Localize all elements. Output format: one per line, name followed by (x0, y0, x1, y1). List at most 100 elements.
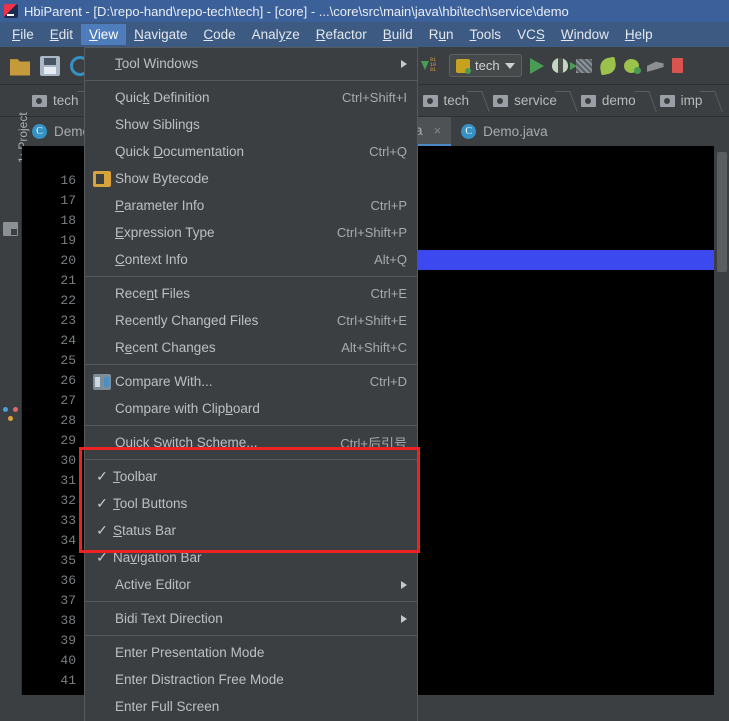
menu-help[interactable]: Help (617, 24, 661, 45)
checkmark-icon: ✓ (93, 468, 111, 485)
menu-item-label: Recently Changed Files (115, 313, 319, 328)
menu-item-tool-windows[interactable]: Tool Windows (85, 50, 417, 77)
menu-code[interactable]: Code (195, 24, 243, 45)
menu-icon-spacer (93, 144, 111, 160)
menu-file[interactable]: File (4, 24, 42, 45)
menu-item-status-bar[interactable]: ✓Status Bar (85, 517, 417, 544)
menu-item-enter-full-screen[interactable]: Enter Full Screen (85, 693, 417, 720)
menu-run[interactable]: Run (421, 24, 462, 45)
stop-icon[interactable] (672, 58, 683, 73)
menu-item-quick-definition[interactable]: Quick DefinitionCtrl+Shift+I (85, 84, 417, 111)
build-hammer-icon[interactable] (647, 59, 664, 72)
breadcrumb-label: service (514, 93, 557, 108)
menu-item-enter-distraction-free-mode[interactable]: Enter Distraction Free Mode (85, 666, 417, 693)
build-project-icon[interactable]: 011001 (421, 56, 441, 76)
scrollbar-thumb[interactable] (717, 152, 727, 272)
menu-item-compare-with[interactable]: Compare With...Ctrl+D (85, 368, 417, 395)
editor-tab-demo[interactable]: C Demo.java (451, 117, 558, 146)
menu-item-show-siblings[interactable]: Show Siblings (85, 111, 417, 138)
folder-icon (581, 95, 596, 107)
breadcrumb-item-service[interactable]: service (479, 85, 567, 117)
line-number: 35 (60, 553, 76, 568)
chevron-down-icon[interactable] (505, 63, 515, 69)
menu-item-quick-documentation[interactable]: Quick DocumentationCtrl+Q (85, 138, 417, 165)
menu-icon-spacer (93, 198, 111, 214)
line-number: 32 (60, 493, 76, 508)
window-title: HbiParent - [D:\repo-hand\repo-tech\tech… (24, 4, 569, 19)
gutter-line-row: 38 (22, 610, 84, 630)
structure-icon[interactable] (3, 407, 18, 421)
gutter-line-row: 21 (22, 270, 84, 290)
line-number: 37 (60, 593, 76, 608)
line-number: 34 (60, 533, 76, 548)
line-number: 21 (60, 273, 76, 288)
gutter-line-row: 26 (22, 370, 84, 390)
menu-item-quick-switch-scheme[interactable]: Quick Switch Scheme...Ctrl+后引号 (85, 429, 417, 456)
line-number: 27 (60, 393, 76, 408)
jrebel-run-icon[interactable] (598, 56, 617, 75)
menu-item-navigation-bar[interactable]: ✓Navigation Bar (85, 544, 417, 571)
menu-icon-spacer (93, 401, 111, 417)
submenu-arrow-icon (401, 581, 407, 589)
project-icon[interactable] (3, 222, 18, 236)
menu-item-active-editor[interactable]: Active Editor (85, 571, 417, 598)
folder-icon (493, 95, 508, 107)
breadcrumb-item-demo[interactable]: demo (567, 85, 646, 117)
gutter-line-row: 20▼ (22, 250, 84, 270)
save-all-icon[interactable] (40, 56, 60, 76)
line-number: 17 (60, 193, 76, 208)
menu-icon-spacer (93, 577, 111, 593)
menu-analyze[interactable]: Analyze (244, 24, 308, 45)
menu-edit[interactable]: Edit (42, 24, 81, 45)
open-folder-icon[interactable] (10, 56, 30, 76)
menu-item-toolbar[interactable]: ✓Toolbar (85, 463, 417, 490)
menu-item-recently-changed-files[interactable]: Recently Changed FilesCtrl+Shift+E (85, 307, 417, 334)
menu-item-context-info[interactable]: Context Info Alt+Q (85, 246, 417, 273)
menu-separator (85, 635, 417, 636)
menu-icon-spacer (93, 225, 111, 241)
menu-navigate[interactable]: Navigate (126, 24, 195, 45)
view-dropdown-menu[interactable]: Tool Windows Quick DefinitionCtrl+Shift+I… (84, 47, 418, 721)
menu-item-recent-files[interactable]: Recent FilesCtrl+E (85, 280, 417, 307)
run-icon[interactable] (530, 58, 544, 74)
editor-scrollbar[interactable] (714, 146, 729, 721)
menu-vcs[interactable]: VCS (509, 24, 553, 45)
menu-item-shortcut: Ctrl+P (371, 198, 407, 213)
run-configuration-selector[interactable]: tech (449, 54, 522, 77)
menu-item-label: Active Editor (115, 577, 387, 592)
line-number: 41 (60, 673, 76, 688)
menu-window[interactable]: Window (553, 24, 617, 45)
submenu-arrow-icon (401, 615, 407, 623)
menu-item-recent-changes[interactable]: Recent ChangesAlt+Shift+C (85, 334, 417, 361)
java-class-icon: C (461, 124, 476, 139)
breadcrumb-item-project[interactable]: tech (22, 85, 89, 117)
menu-build[interactable]: Build (375, 24, 421, 45)
line-number: 33 (60, 513, 76, 528)
menu-view[interactable]: View (81, 24, 126, 45)
menu-item-show-bytecode[interactable]: Show Bytecode (85, 165, 417, 192)
menu-item-bidi-text-direction[interactable]: Bidi Text Direction (85, 605, 417, 632)
menu-item-enter-presentation-mode[interactable]: Enter Presentation Mode (85, 639, 417, 666)
menu-item-label: Compare With... (115, 374, 352, 389)
menu-item-compare-with-clipboard[interactable]: Compare with Clipboard (85, 395, 417, 422)
folder-icon (660, 95, 675, 107)
gutter-line-row: 40 (22, 650, 84, 670)
menu-item-expression-type[interactable]: Expression TypeCtrl+Shift+P (85, 219, 417, 246)
close-icon[interactable]: × (434, 123, 442, 138)
run-with-coverage-icon[interactable] (576, 59, 592, 73)
menu-item-parameter-info[interactable]: Parameter InfoCtrl+P (85, 192, 417, 219)
menu-refactor[interactable]: Refactor (308, 24, 375, 45)
jrebel-debug-icon[interactable] (624, 59, 639, 73)
line-number: 25 (60, 353, 76, 368)
menu-item-label: Context Info (115, 252, 356, 267)
menu-item-shortcut: Alt+Q (374, 252, 407, 267)
line-number: 22 (60, 293, 76, 308)
menu-tools[interactable]: Tools (462, 24, 510, 45)
breadcrumb-item-tech[interactable]: tech (409, 85, 480, 117)
debug-icon[interactable] (552, 58, 568, 73)
line-number: 31 (60, 473, 76, 488)
menu-item-label: Quick Definition (115, 90, 324, 105)
menu-item-tool-buttons[interactable]: ✓Tool Buttons (85, 490, 417, 517)
line-number: 29 (60, 433, 76, 448)
menu-icon-spacer (93, 117, 111, 133)
